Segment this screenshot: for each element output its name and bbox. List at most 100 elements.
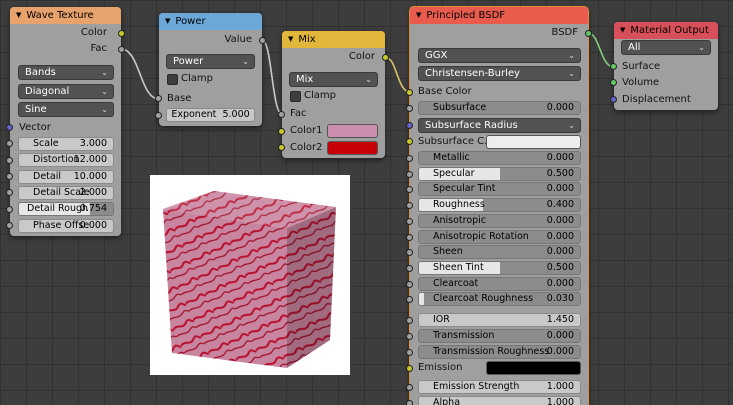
output-bsdf-socket[interactable]	[585, 30, 592, 37]
input-base-color-socket[interactable]	[406, 89, 413, 96]
input-metallic-socket[interactable]	[406, 155, 413, 162]
field-value: 2.000	[79, 187, 107, 198]
sheen-field[interactable]: Sheen 0.000	[418, 245, 581, 260]
input-surface-socket[interactable]	[610, 63, 617, 70]
emission-swatch[interactable]	[486, 361, 581, 375]
output-color-socket[interactable]	[382, 54, 389, 61]
input-detail-scale-socket[interactable]	[6, 189, 13, 196]
input-emission-strength-socket[interactable]	[406, 384, 413, 391]
power-node[interactable]: ▼ Power Value Power ⌄ Clamp Base Exponent …	[155, 13, 266, 126]
detail-roughness-field[interactable]: Detail Rough 0.754	[18, 202, 114, 216]
input-sheen-tint-socket[interactable]	[406, 264, 413, 272]
field-value: 0.000	[546, 330, 574, 341]
mix-header[interactable]: ▼ Mix	[282, 31, 385, 48]
wave-profile-dropdown[interactable]: Sine ⌄	[18, 102, 114, 117]
input-fac-socket[interactable]	[278, 111, 285, 118]
transmission-roughness-field[interactable]: Transmission Roughness 0.000	[418, 345, 581, 359]
input-subsurface-color-socket[interactable]	[406, 138, 413, 145]
emission-strength-field[interactable]: Emission Strength 1.000	[418, 380, 581, 394]
input-phase-offset-socket[interactable]	[6, 222, 13, 229]
field-label: Clearcoat Roughness	[433, 293, 534, 305]
clearcoat-roughness-field[interactable]: Clearcoat Roughness 0.030	[418, 292, 581, 307]
input-detail-roughness-socket[interactable]	[6, 206, 13, 213]
input-emission-socket[interactable]	[406, 365, 413, 372]
clamp-checkbox[interactable]	[167, 74, 178, 85]
output-fac-socket[interactable]	[118, 46, 125, 53]
input-distortion-socket[interactable]	[6, 157, 13, 164]
material-output-node[interactable]: ▼ Material Output All ⌄ Surface Volume Dis…	[610, 22, 718, 110]
distribution-dropdown[interactable]: GGX ⌄	[418, 48, 581, 63]
input-color2-socket[interactable]	[278, 144, 285, 151]
transmission-field[interactable]: Transmission 0.000	[418, 329, 581, 343]
mix-node[interactable]: ▼ Mix Color Mix ⌄ Clamp Fac Color1 Color2	[278, 31, 389, 158]
output-value-socket[interactable]	[259, 37, 266, 44]
material-output-header[interactable]: ▼ Material Output	[614, 22, 718, 39]
input-ior-socket[interactable]	[406, 317, 413, 324]
subsurface-field[interactable]: Subsurface 0.000	[418, 101, 581, 115]
input-specular-socket[interactable]	[406, 170, 413, 178]
sheen-tint-field[interactable]: Sheen Tint 0.500	[418, 260, 581, 275]
scale-field[interactable]: Scale 3.000	[18, 137, 114, 151]
exponent-field[interactable]: Exponent 5.000	[166, 108, 255, 122]
distortion-field[interactable]: Distortion 12.000	[18, 153, 114, 167]
wave-texture-node[interactable]: ▼ Wave Texture Color Fac Bands ⌄ Diagonal ⌄…	[6, 7, 125, 236]
detail-field[interactable]: Detail 10.000	[18, 170, 114, 184]
input-displacement-socket[interactable]	[610, 96, 617, 103]
color1-swatch[interactable]	[327, 124, 378, 138]
render-target-value: All	[628, 42, 641, 53]
alpha-field[interactable]: Alpha 1.000	[418, 396, 581, 405]
input-clearcoat-socket[interactable]	[406, 280, 413, 288]
clearcoat-field[interactable]: Clearcoat 0.000	[418, 276, 581, 291]
input-exponent-socket[interactable]	[155, 112, 162, 119]
input-roughness-socket[interactable]	[406, 202, 413, 210]
bands-direction-dropdown[interactable]: Diagonal ⌄	[18, 84, 114, 99]
input-base-socket[interactable]	[155, 95, 162, 102]
anisotropic-rotation-field[interactable]: Anisotropic Rotation 0.000	[418, 229, 581, 244]
input-anisotropic-rotation-socket[interactable]	[406, 233, 413, 241]
principled-bsdf-node[interactable]: ▼ Principled BSDF BSDF GGX ⌄ Christensen-B…	[406, 7, 592, 405]
input-anisotropic-socket[interactable]	[406, 217, 413, 225]
input-scale-socket[interactable]	[6, 140, 13, 147]
collapse-icon[interactable]: ▼	[16, 11, 21, 19]
specular-field[interactable]: Specular 0.500	[418, 166, 581, 181]
anisotropic-field[interactable]: Anisotropic 0.000	[418, 213, 581, 228]
collapse-icon[interactable]: ▼	[620, 26, 625, 34]
subsurface-radius-dropdown[interactable]: Subsurface Radius ⌄	[418, 118, 581, 133]
input-color1-socket[interactable]	[278, 128, 285, 135]
ior-field[interactable]: IOR 1.450	[418, 313, 581, 327]
field-label: Specular Tint	[433, 183, 496, 195]
subsurface-method-dropdown[interactable]: Christensen-Burley ⌄	[418, 66, 581, 81]
power-header[interactable]: ▼ Power	[159, 13, 262, 30]
input-volume-socket[interactable]	[610, 79, 617, 86]
subsurface-color-swatch[interactable]	[486, 135, 581, 149]
detail-scale-field[interactable]: Detail Scale 2.000	[18, 186, 114, 200]
phase-offset-field[interactable]: Phase Offse 0.000	[18, 219, 114, 233]
blend-type-dropdown[interactable]: Mix ⌄	[289, 72, 378, 87]
input-sheen-socket[interactable]	[406, 249, 413, 257]
wave-type-value: Bands	[25, 67, 56, 78]
input-alpha-socket[interactable]	[406, 400, 413, 405]
input-specular-tint-socket[interactable]	[406, 186, 413, 194]
input-subsurface-socket[interactable]	[406, 105, 413, 112]
render-target-dropdown[interactable]: All ⌄	[621, 40, 711, 55]
collapse-icon[interactable]: ▼	[165, 17, 170, 25]
wave-texture-header[interactable]: ▼ Wave Texture	[10, 7, 121, 24]
input-clearcoat-roughness-socket[interactable]	[406, 296, 413, 304]
input-transmission-roughness-socket[interactable]	[406, 349, 413, 356]
collapse-icon[interactable]: ▼	[288, 35, 293, 43]
wave-type-dropdown[interactable]: Bands ⌄	[18, 65, 114, 80]
metallic-field[interactable]: Metallic 0.000	[418, 151, 581, 165]
collapse-icon[interactable]: ▼	[416, 11, 421, 19]
output-color-socket[interactable]	[118, 30, 125, 37]
specular-tint-field[interactable]: Specular Tint 0.000	[418, 182, 581, 197]
color2-swatch[interactable]	[327, 141, 378, 155]
roughness-field[interactable]: Roughness 0.400	[418, 198, 581, 213]
subsurface-method-value: Christensen-Burley	[425, 68, 520, 79]
principled-bsdf-header[interactable]: ▼ Principled BSDF	[410, 7, 588, 24]
input-vector-socket[interactable]	[6, 124, 13, 131]
clamp-checkbox[interactable]	[290, 91, 301, 102]
input-subsurface-radius-socket[interactable]	[406, 122, 413, 129]
input-detail-socket[interactable]	[6, 173, 13, 180]
math-operation-dropdown[interactable]: Power ⌄	[166, 54, 255, 69]
input-transmission-socket[interactable]	[406, 333, 413, 340]
